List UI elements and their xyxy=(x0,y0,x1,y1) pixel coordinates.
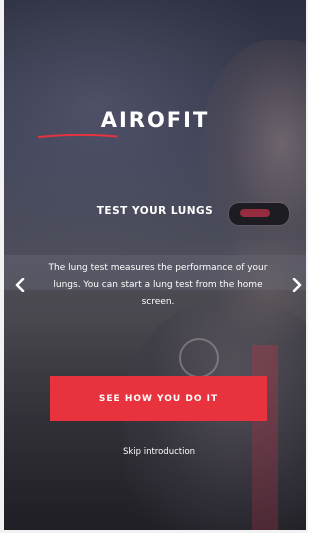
chevron-left-icon xyxy=(15,278,25,292)
onboarding-description: The lung test measures the performance o… xyxy=(48,263,268,307)
brand-logo: AIROFIT xyxy=(4,108,306,138)
logo-wordmark: AIROFIT xyxy=(100,108,210,132)
previous-slide-button[interactable] xyxy=(12,275,28,295)
app-frame: AIROFIT TEST YOUR LUNGS The lung test me… xyxy=(0,0,308,533)
logo-swoosh-icon xyxy=(38,134,294,138)
see-how-you-do-it-button[interactable]: SEE HOW YOU DO IT xyxy=(50,376,267,421)
onboarding-title: TEST YOUR LUNGS xyxy=(96,205,214,217)
skip-introduction-link[interactable]: Skip introduction xyxy=(4,447,306,457)
next-slide-button[interactable] xyxy=(289,275,305,295)
background-chest-badge xyxy=(179,338,219,378)
onboarding-screen: AIROFIT TEST YOUR LUNGS The lung test me… xyxy=(4,0,306,530)
chevron-right-icon xyxy=(292,278,302,292)
background-shirt-stripe xyxy=(252,345,278,530)
